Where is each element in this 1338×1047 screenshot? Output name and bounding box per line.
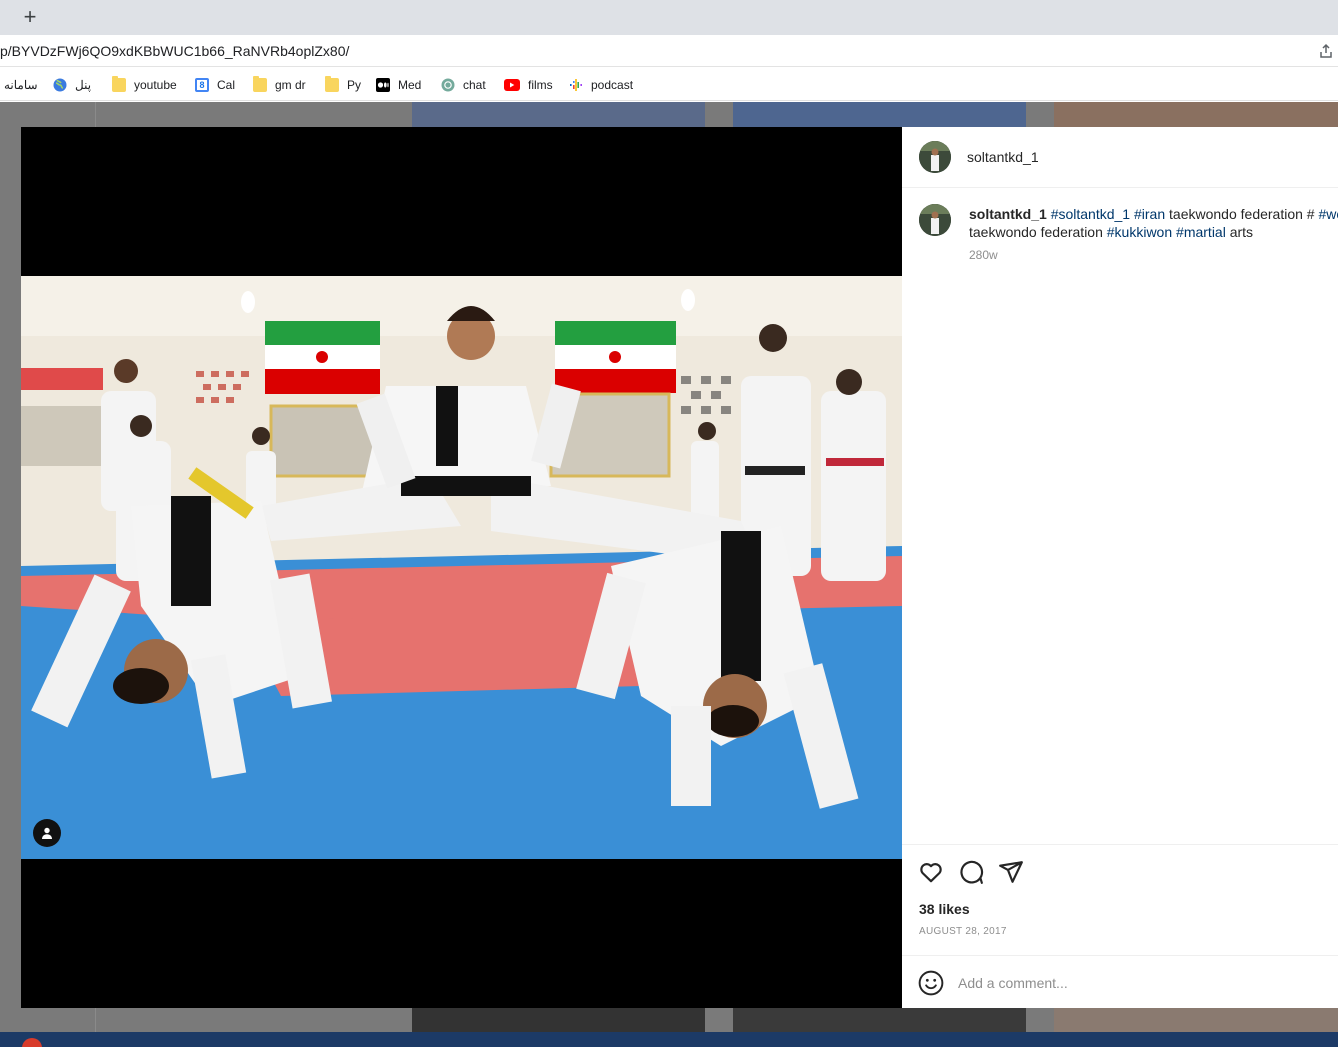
os-taskbar bbox=[0, 1032, 1338, 1047]
bookmark-py-folder[interactable]: Py bbox=[325, 75, 362, 93]
bookmark-label: Py bbox=[347, 77, 362, 92]
grid-thumbnail[interactable] bbox=[733, 102, 1026, 127]
medium-icon bbox=[376, 77, 390, 92]
share-icon[interactable] bbox=[998, 859, 1024, 885]
flag-left bbox=[265, 321, 380, 394]
bookmark-label: chat bbox=[463, 77, 486, 92]
bookmark-label: Med bbox=[398, 77, 422, 92]
grid-thumbnail[interactable] bbox=[1054, 1008, 1338, 1032]
emoji-icon[interactable] bbox=[918, 970, 944, 996]
bookmark-gm-dr-folder[interactable]: gm dr bbox=[253, 75, 306, 93]
post-header: soltantkd_1 bbox=[902, 127, 1338, 188]
post-side-panel: soltantkd_1 soltantkd_1 #soltantkd_1 #ir… bbox=[902, 127, 1338, 1008]
taekwondo-photo-illustration bbox=[21, 276, 902, 859]
bookmark-chat[interactable]: chat bbox=[441, 76, 486, 93]
heart-icon[interactable] bbox=[918, 859, 944, 885]
actions-divider bbox=[902, 844, 1338, 845]
chatgpt-icon bbox=[441, 78, 455, 91]
caption-text: taekwondo federation # bbox=[1169, 206, 1315, 222]
bookmark-label: سامانه bbox=[4, 77, 38, 92]
comment-input[interactable] bbox=[958, 972, 1318, 994]
post-photo bbox=[21, 276, 902, 859]
user-tag-icon bbox=[42, 827, 52, 839]
bookmark-panel[interactable]: پنل bbox=[53, 76, 91, 93]
calendar-icon: 8 bbox=[195, 77, 209, 92]
folder-icon bbox=[253, 75, 267, 92]
caption-line-1: soltantkd_1 #soltantkd_1 #iran taekwondo… bbox=[969, 205, 1338, 223]
avatar-image bbox=[919, 141, 951, 173]
bookmark-med[interactable]: Med bbox=[376, 76, 421, 93]
new-tab-button[interactable]: + bbox=[16, 4, 44, 30]
url-text[interactable]: p/BYVDzFWj6QO9xdKBbWUC1b66_RaNVRb4oplZx8… bbox=[0, 43, 349, 59]
bookmark-podcast[interactable]: podcast bbox=[569, 76, 633, 93]
taskbar-app-icon[interactable] bbox=[22, 1038, 42, 1047]
hashtag-link[interactable]: #iran bbox=[1134, 206, 1165, 222]
tab-strip: + bbox=[0, 0, 1338, 35]
globe-icon bbox=[53, 78, 67, 91]
comment-bar bbox=[902, 955, 1338, 1008]
bookmark-label: gm dr bbox=[275, 77, 306, 92]
avatar[interactable] bbox=[919, 141, 951, 173]
bookmark-samaneh[interactable]: سامانه bbox=[4, 76, 38, 93]
address-bar[interactable]: p/BYVDzFWj6QO9xdKBbWUC1b66_RaNVRb4oplZx8… bbox=[0, 35, 1338, 67]
caption-username-link[interactable]: soltantkd_1 bbox=[969, 206, 1047, 222]
grid-thumbnail[interactable] bbox=[733, 1008, 1026, 1032]
bookmark-label: films bbox=[528, 77, 553, 92]
folder-icon bbox=[325, 75, 339, 92]
hashtag-link[interactable]: #martial bbox=[1176, 224, 1226, 240]
bookmark-label: podcast bbox=[591, 77, 634, 92]
caption-text: taekwondo federation bbox=[969, 224, 1103, 240]
comment-icon[interactable] bbox=[958, 859, 984, 885]
caption-line-2: taekwondo federation #kukkiwon #martial … bbox=[969, 223, 1338, 241]
caption-text: arts bbox=[1229, 224, 1254, 240]
grid-thumbnail[interactable] bbox=[412, 102, 705, 127]
bookmark-films[interactable]: films bbox=[504, 76, 553, 93]
likes-count[interactable]: 38 likes bbox=[919, 901, 970, 917]
grid-thumbnail[interactable] bbox=[1054, 102, 1338, 127]
bookmark-label: پنل bbox=[75, 77, 92, 92]
folder-icon bbox=[112, 75, 126, 92]
post-caption: soltantkd_1 #soltantkd_1 #iran taekwondo… bbox=[969, 205, 1338, 241]
hashtag-link[interactable]: #wo bbox=[1318, 206, 1338, 222]
bookmarks-bar: سامانه پنل youtube 8 Cal gm dr Py Med ch… bbox=[0, 67, 1338, 101]
avatar-image bbox=[919, 204, 951, 236]
header-username-link[interactable]: soltantkd_1 bbox=[967, 149, 1039, 165]
podcasts-icon bbox=[570, 78, 582, 91]
bookmark-label: youtube bbox=[134, 77, 177, 92]
share-page-icon[interactable] bbox=[1318, 43, 1334, 59]
caption-timestamp[interactable]: 280w bbox=[969, 248, 998, 262]
bookmark-cal[interactable]: 8 Cal bbox=[195, 76, 235, 93]
youtube-icon bbox=[504, 78, 520, 91]
grid-thumbnail[interactable] bbox=[412, 1008, 705, 1032]
flag-right bbox=[555, 321, 676, 393]
post-media[interactable] bbox=[21, 127, 902, 1008]
caption-avatar[interactable] bbox=[919, 204, 951, 236]
hashtag-link[interactable]: #kukkiwon bbox=[1107, 224, 1172, 240]
hashtag-link[interactable]: #soltantkd_1 bbox=[1051, 206, 1130, 222]
user-tag-button[interactable] bbox=[33, 819, 61, 847]
bookmark-youtube-folder[interactable]: youtube bbox=[112, 75, 177, 93]
post-date[interactable]: AUGUST 28, 2017 bbox=[919, 926, 1007, 937]
bookmark-label: Cal bbox=[217, 77, 236, 92]
